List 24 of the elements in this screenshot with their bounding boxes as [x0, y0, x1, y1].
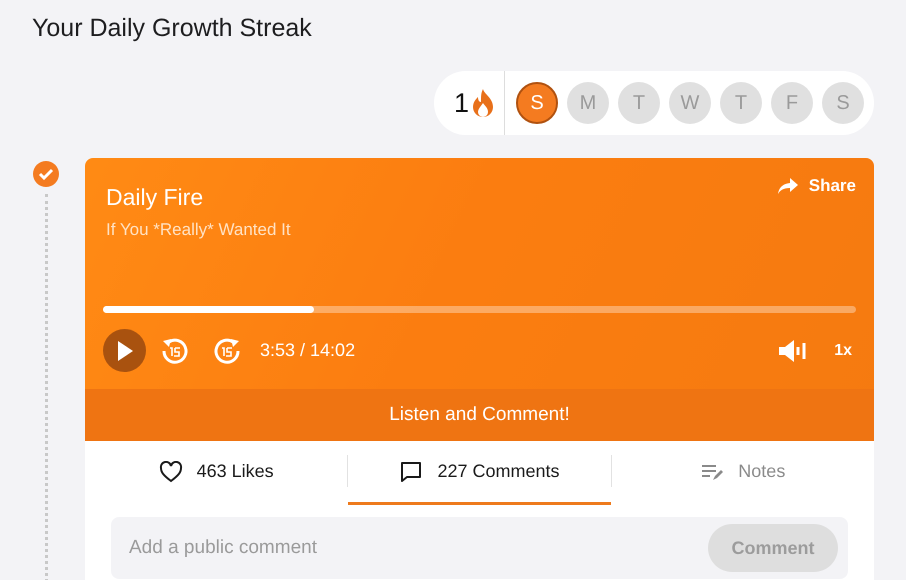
rewind-icon[interactable] [160, 336, 190, 366]
progress-track[interactable] [103, 306, 856, 313]
weekday-indicator: T [618, 82, 660, 124]
weekday-indicator: M [567, 82, 609, 124]
speed-button[interactable]: 1x [830, 342, 856, 360]
episode-subtitle: If You *Really* Wanted It [105, 220, 291, 240]
fast-forward-icon[interactable] [212, 336, 242, 366]
flame-icon [472, 88, 494, 118]
share-button[interactable]: Share [776, 176, 856, 196]
play-button[interactable] [103, 329, 146, 372]
playback-time: 3:53 / 14:02 [260, 340, 356, 361]
weekday-indicator: F [771, 82, 813, 124]
play-icon [116, 340, 132, 360]
weekday-indicator: W [669, 82, 711, 124]
listen-banner[interactable]: Listen and Comment! [85, 389, 874, 441]
weekday-indicator: S [822, 82, 864, 124]
weekday-indicator: S [516, 82, 558, 124]
share-arrow-icon [776, 177, 799, 195]
page-heading: Your Daily Growth Streak [32, 13, 313, 44]
weekday-indicator: T [720, 82, 762, 124]
streak-count: 1 [454, 88, 469, 118]
heart-icon [158, 460, 183, 482]
speech-bubble-icon [399, 460, 424, 484]
episode-title: Daily Fire [105, 184, 204, 211]
